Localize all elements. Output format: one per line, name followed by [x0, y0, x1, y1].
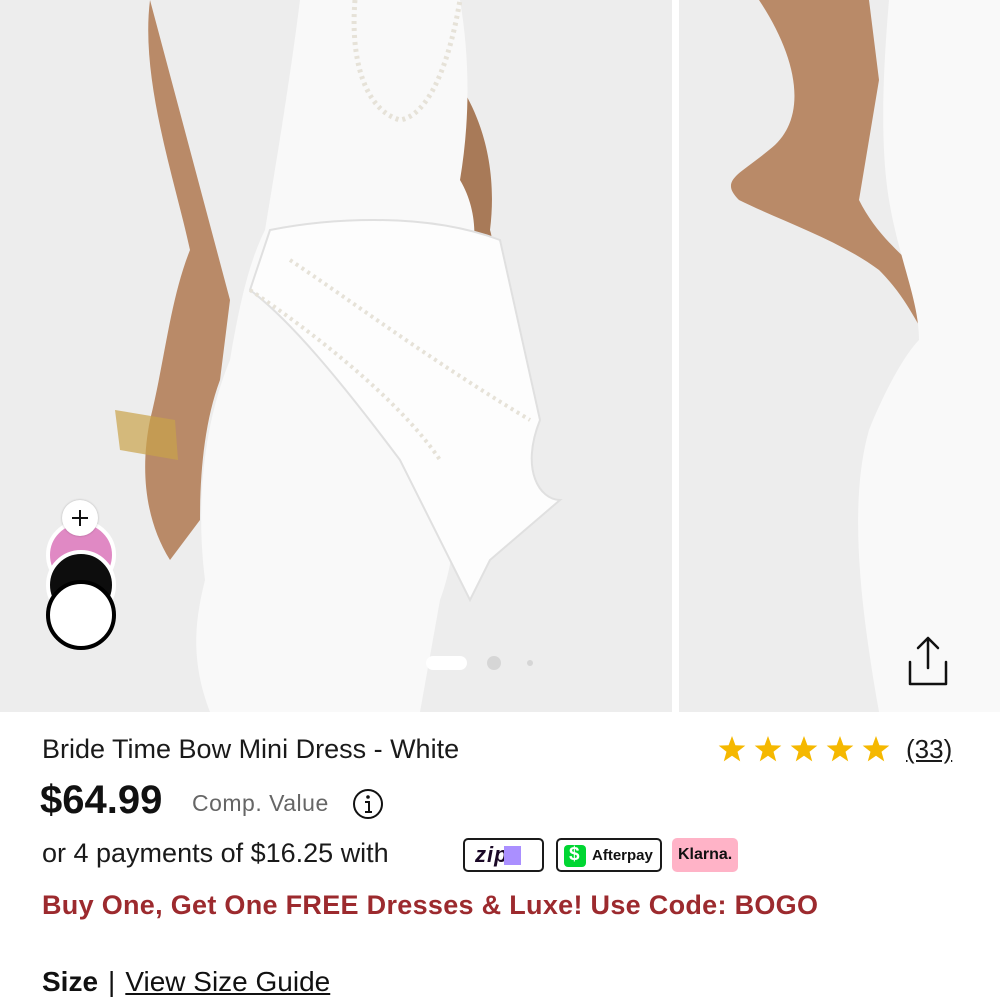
star-icon: [718, 736, 746, 762]
plus-icon: [72, 510, 88, 526]
carousel-pagination: [426, 655, 546, 671]
star-icon: [862, 736, 890, 762]
star-icon: [754, 736, 782, 762]
more-colors-button[interactable]: [62, 500, 98, 536]
product-image-gallery[interactable]: [0, 0, 1000, 712]
star-rating: [718, 736, 890, 762]
promo-banner: Buy One, Get One FREE Dresses & Luxe! Us…: [42, 890, 819, 920]
info-icon[interactable]: [351, 787, 385, 821]
carousel-dot-3[interactable]: [527, 660, 533, 666]
carousel-dot-2[interactable]: [487, 656, 501, 670]
afterpay-badge[interactable]: $ Afterpay: [556, 838, 662, 872]
size-guide-link[interactable]: View Size Guide: [125, 966, 330, 997]
size-separator: |: [108, 966, 116, 997]
zip-badge[interactable]: zip: [463, 838, 544, 872]
comp-value-label: Comp. Value: [192, 790, 329, 816]
star-icon: [826, 736, 854, 762]
share-button[interactable]: [900, 632, 956, 688]
star-icon: [790, 736, 818, 762]
product-info: Bride Time Bow Mini Dress - White (33) $…: [0, 712, 1000, 1000]
product-price: $64.99: [40, 778, 163, 822]
cashapp-icon: $: [564, 844, 586, 867]
size-row: Size | View Size Guide: [42, 966, 330, 998]
product-title: Bride Time Bow Mini Dress - White: [42, 734, 460, 764]
klarna-logo-text: Klarna.: [678, 846, 733, 863]
installment-text: or 4 payments of $16.25 with: [42, 838, 389, 868]
swatch-white[interactable]: [46, 580, 116, 650]
share-icon: [908, 636, 948, 686]
afterpay-logo-text: Afterpay: [592, 847, 653, 864]
product-photo-side-view[interactable]: [679, 0, 1000, 712]
color-swatches: [40, 496, 124, 660]
carousel-dot-1[interactable]: [426, 656, 467, 670]
zip-logo-mark: [504, 846, 521, 865]
klarna-badge[interactable]: Klarna.: [672, 838, 738, 872]
review-count-link[interactable]: (33): [906, 734, 952, 765]
size-label: Size: [42, 966, 99, 997]
